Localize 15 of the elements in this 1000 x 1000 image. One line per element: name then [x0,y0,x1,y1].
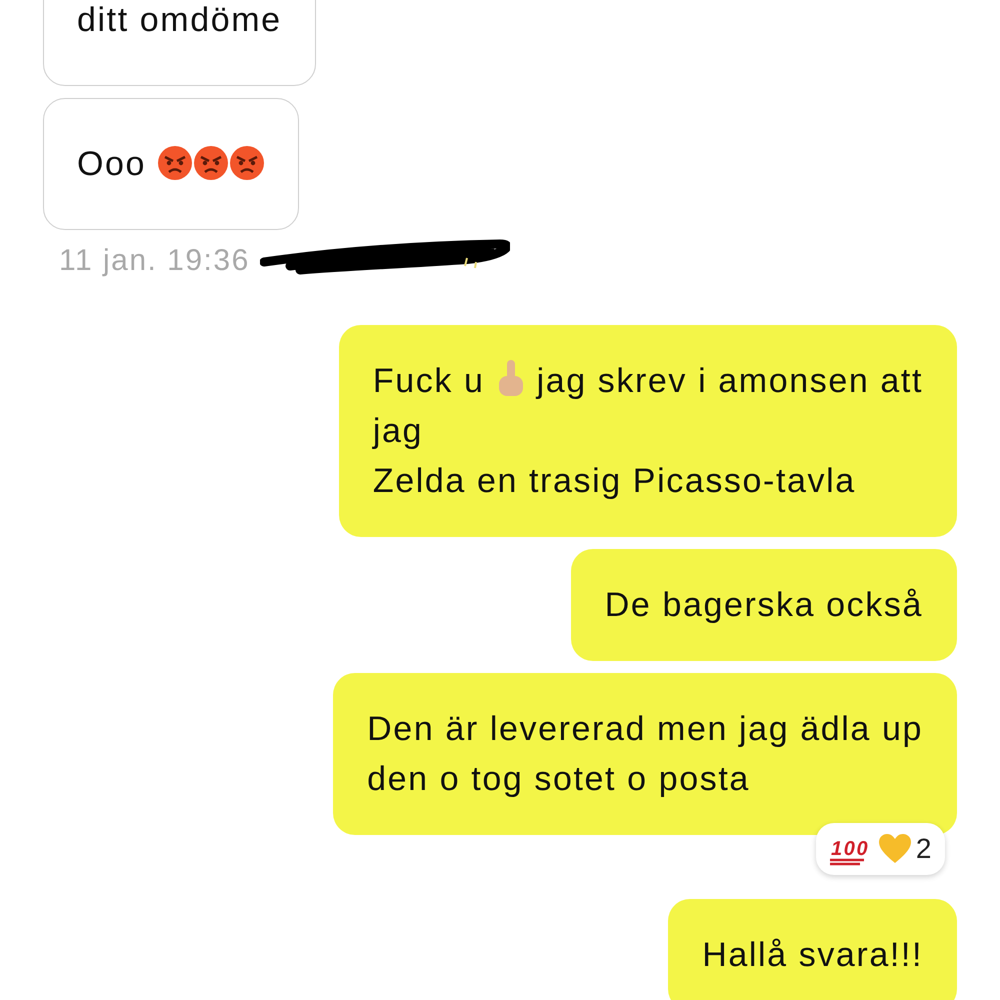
heart-icon [878,833,912,865]
reaction-pill[interactable]: 100 2 [816,823,945,875]
angry-face-icon [229,145,266,181]
message-text: Fuck u [372,362,484,400]
message-text: jag skrev i amonsen att [536,362,923,400]
message-text: ditt omdöme [77,1,282,39]
message-text: Hallå svara!!! [702,936,923,974]
message-text: Ooo [77,145,146,183]
message-text: Den är levererad men jag ädla up den o tog sotet o posta [367,710,923,798]
timestamp: 11 jan. 19:36 [59,244,250,277]
message-text: jag Zelda en trasig Picasso-tavla [372,411,857,502]
message-text: De bagerska också [604,586,923,624]
angry-face-icon [193,145,230,181]
reaction-count: 2 [916,832,933,866]
angry-face-icon [157,145,194,181]
